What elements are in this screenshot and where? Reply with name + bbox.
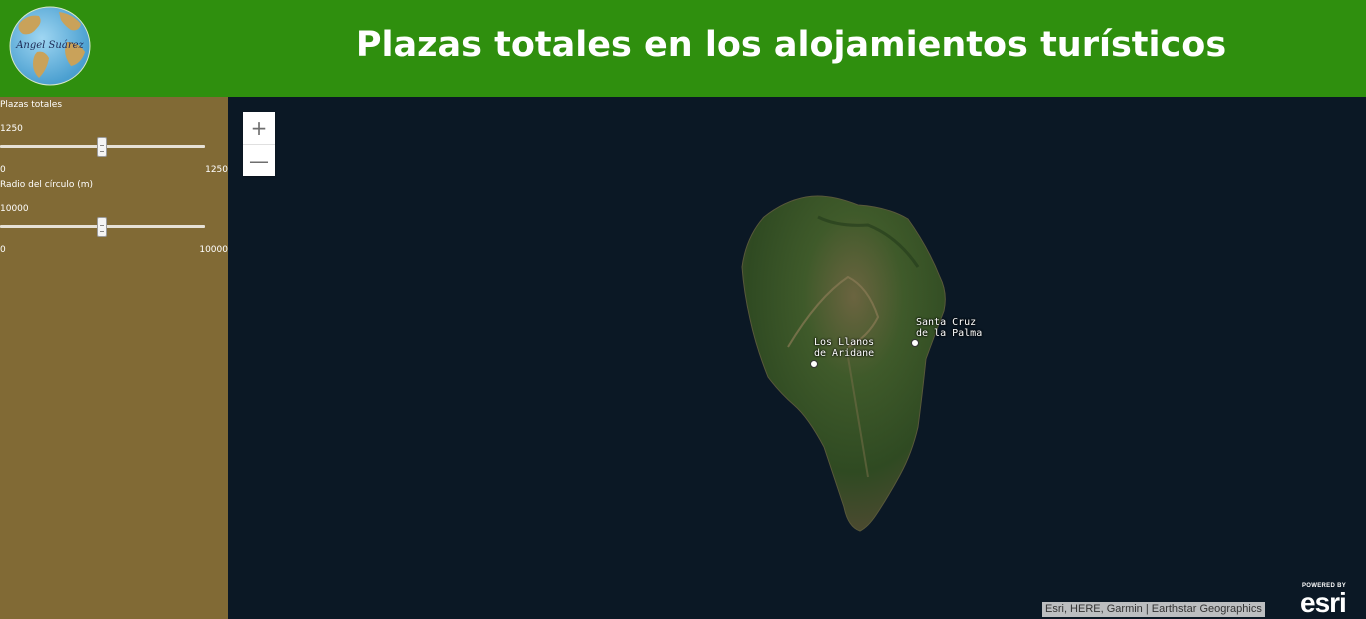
- page-title: Plazas totales en los alojamientos turís…: [355, 25, 1227, 65]
- esri-logo: POWERED BY esri: [1300, 583, 1347, 618]
- plazas-max: 1250: [205, 165, 228, 175]
- radio-min: 0: [0, 245, 6, 255]
- zoom-control: + —: [243, 112, 275, 176]
- map-view[interactable]: Los Llanos de Aridane Santa Cruz de la P…: [228, 97, 1366, 619]
- radio-max: 10000: [199, 245, 228, 255]
- plazas-min: 0: [0, 165, 6, 175]
- radio-label: Radio del círculo (m): [0, 180, 94, 190]
- plazas-value: 1250: [0, 124, 23, 134]
- map-attribution[interactable]: Esri, HERE, Garmin | Earthstar Geographi…: [1042, 602, 1265, 617]
- radio-slider-thumb[interactable]: [97, 217, 107, 237]
- zoom-in-button[interactable]: +: [243, 112, 275, 144]
- place-marker-santa-cruz: [911, 339, 919, 347]
- place-label-los-llanos: Los Llanos de Aridane: [814, 337, 875, 359]
- place-label-santa-cruz: Santa Cruz de la Palma: [916, 317, 983, 339]
- la-palma-island: [741, 195, 946, 532]
- radio-value: 10000: [0, 204, 29, 214]
- place-marker-los-llanos: [810, 360, 818, 368]
- plazas-slider-thumb[interactable]: [97, 137, 107, 157]
- zoom-out-button[interactable]: —: [243, 144, 275, 176]
- sidebar-controls: Plazas totales 1250 0 1250 Radio del cír…: [0, 97, 228, 619]
- header: Angel Suárez Plazas totales en los aloja…: [0, 0, 1366, 97]
- plazas-label: Plazas totales: [0, 100, 63, 110]
